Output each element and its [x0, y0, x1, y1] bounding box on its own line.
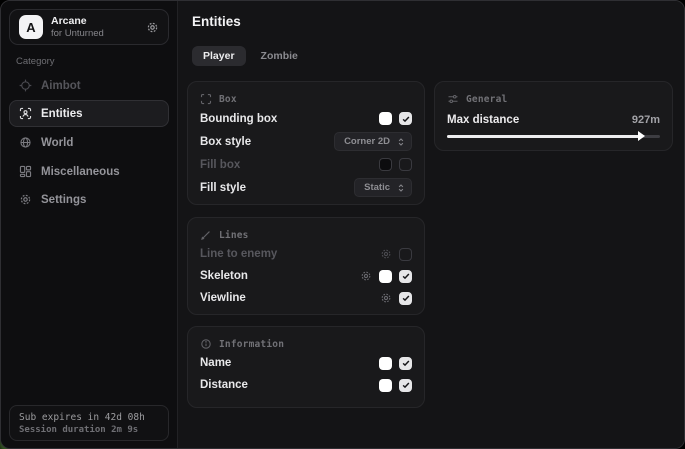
sidebar-item-label: World [41, 137, 73, 149]
brand-text: Arcane for Unturned [51, 15, 104, 40]
name-color-swatch[interactable] [379, 357, 392, 370]
gear-icon[interactable] [146, 21, 159, 34]
tab-player[interactable]: Player [192, 46, 246, 66]
app-title: Arcane [51, 15, 104, 28]
max-distance-slider[interactable] [447, 135, 660, 138]
crosshair-icon [19, 79, 32, 92]
check-icon [401, 358, 411, 368]
information-card-title: Information [219, 339, 284, 350]
check-icon [401, 271, 411, 281]
globe-icon [19, 136, 32, 149]
page-title: Entities [192, 14, 241, 29]
general-card: General Max distance 927m [434, 81, 673, 151]
skeleton-color-swatch[interactable] [379, 270, 392, 283]
fill-box-row: Fill box [200, 153, 412, 176]
viewline-label: Viewline [200, 292, 246, 304]
app-subtitle: for Unturned [51, 28, 104, 40]
main-panel: Entities Player Zombie Box Bounding box [178, 1, 684, 448]
unfold-icon [396, 183, 406, 193]
app-window: A Arcane for Unturned Category Aimbot En… [0, 0, 685, 449]
category-label: Category [16, 56, 55, 67]
line-to-enemy-settings-icon[interactable] [380, 248, 392, 260]
pencil-line-icon [200, 229, 212, 241]
fill-style-value: Static [364, 182, 390, 193]
general-card-title: General [466, 94, 507, 105]
brand-card: A Arcane for Unturned [9, 9, 169, 45]
sidebar-item-label: Settings [41, 194, 86, 206]
sidebar-item-settings[interactable]: Settings [9, 186, 169, 213]
sidebar-item-label: Miscellaneous [41, 166, 120, 178]
skeleton-settings-icon[interactable] [360, 270, 372, 282]
lines-card-header: Lines [200, 227, 412, 243]
line-to-enemy-label: Line to enemy [200, 248, 277, 260]
bounding-box-row: Bounding box [200, 107, 412, 130]
viewline-settings-icon[interactable] [380, 292, 392, 304]
viewline-checkbox[interactable] [399, 292, 412, 305]
viewline-row: Viewline [200, 287, 412, 309]
box-style-dropdown[interactable]: Corner 2D [334, 132, 412, 151]
box-card: Box Bounding box Box style Cor [187, 81, 425, 205]
entity-tabs: Player Zombie [192, 46, 309, 66]
tab-zombie[interactable]: Zombie [250, 46, 309, 66]
gear-icon [19, 193, 32, 206]
sidebar-item-label: Entities [41, 108, 83, 120]
line-to-enemy-row: Line to enemy [200, 243, 412, 265]
name-checkbox[interactable] [399, 357, 412, 370]
skeleton-row: Skeleton [200, 265, 412, 287]
slider-fill [447, 135, 641, 138]
sidebar-item-label: Aimbot [41, 80, 81, 92]
cheat-menu-window: A Arcane for Unturned Category Aimbot En… [0, 0, 685, 449]
distance-checkbox[interactable] [399, 379, 412, 392]
app-logo: A [19, 15, 43, 39]
sidebar-item-aimbot[interactable]: Aimbot [9, 72, 169, 99]
lines-card: Lines Line to enemy Skeleton [187, 217, 425, 315]
info-icon [200, 338, 212, 350]
box-style-row: Box style Corner 2D [200, 130, 412, 153]
fill-style-row: Fill style Static [200, 176, 412, 199]
fill-box-checkbox[interactable] [399, 158, 412, 171]
distance-color-swatch[interactable] [379, 379, 392, 392]
general-card-header: General [447, 91, 660, 107]
fill-box-label: Fill box [200, 159, 240, 171]
box-corners-icon [200, 93, 212, 105]
check-icon [401, 114, 411, 124]
layout-grid-icon [19, 165, 32, 178]
bounding-box-checkbox[interactable] [399, 112, 412, 125]
distance-label: Distance [200, 379, 248, 391]
session-duration-text: Session duration 2m 9s [19, 425, 159, 435]
sub-expires-text: Sub expires in 42d 08h [19, 412, 159, 423]
box-style-value: Corner 2D [344, 136, 390, 147]
sidebar-item-world[interactable]: World [9, 129, 169, 156]
box-card-title: Box [219, 94, 237, 105]
scan-person-icon [19, 107, 32, 120]
bounding-box-color-swatch[interactable] [379, 112, 392, 125]
max-distance-row: Max distance 927m [447, 109, 660, 131]
unfold-icon [396, 137, 406, 147]
bounding-box-label: Bounding box [200, 113, 277, 125]
check-icon [401, 293, 411, 303]
sidebar-item-miscellaneous[interactable]: Miscellaneous [9, 158, 169, 185]
information-card-header: Information [200, 336, 412, 352]
sidebar: A Arcane for Unturned Category Aimbot En… [1, 1, 178, 448]
lines-card-title: Lines [219, 230, 249, 241]
information-card: Information Name Distance [187, 326, 425, 408]
check-icon [401, 380, 411, 390]
fill-box-color-swatch[interactable] [379, 158, 392, 171]
box-card-header: Box [200, 91, 412, 107]
sidebar-item-entities[interactable]: Entities [9, 100, 169, 127]
subscription-status-card: Sub expires in 42d 08h Session duration … [9, 405, 169, 441]
fill-style-dropdown[interactable]: Static [354, 178, 412, 197]
fill-style-label: Fill style [200, 182, 246, 194]
max-distance-value: 927m [632, 114, 660, 126]
distance-row: Distance [200, 374, 412, 396]
slider-thumb[interactable] [638, 131, 645, 141]
name-row: Name [200, 352, 412, 374]
skeleton-label: Skeleton [200, 270, 248, 282]
name-label: Name [200, 357, 231, 369]
max-distance-label: Max distance [447, 114, 519, 126]
box-style-label: Box style [200, 136, 251, 148]
sliders-icon [447, 93, 459, 105]
line-to-enemy-checkbox[interactable] [399, 248, 412, 261]
skeleton-checkbox[interactable] [399, 270, 412, 283]
